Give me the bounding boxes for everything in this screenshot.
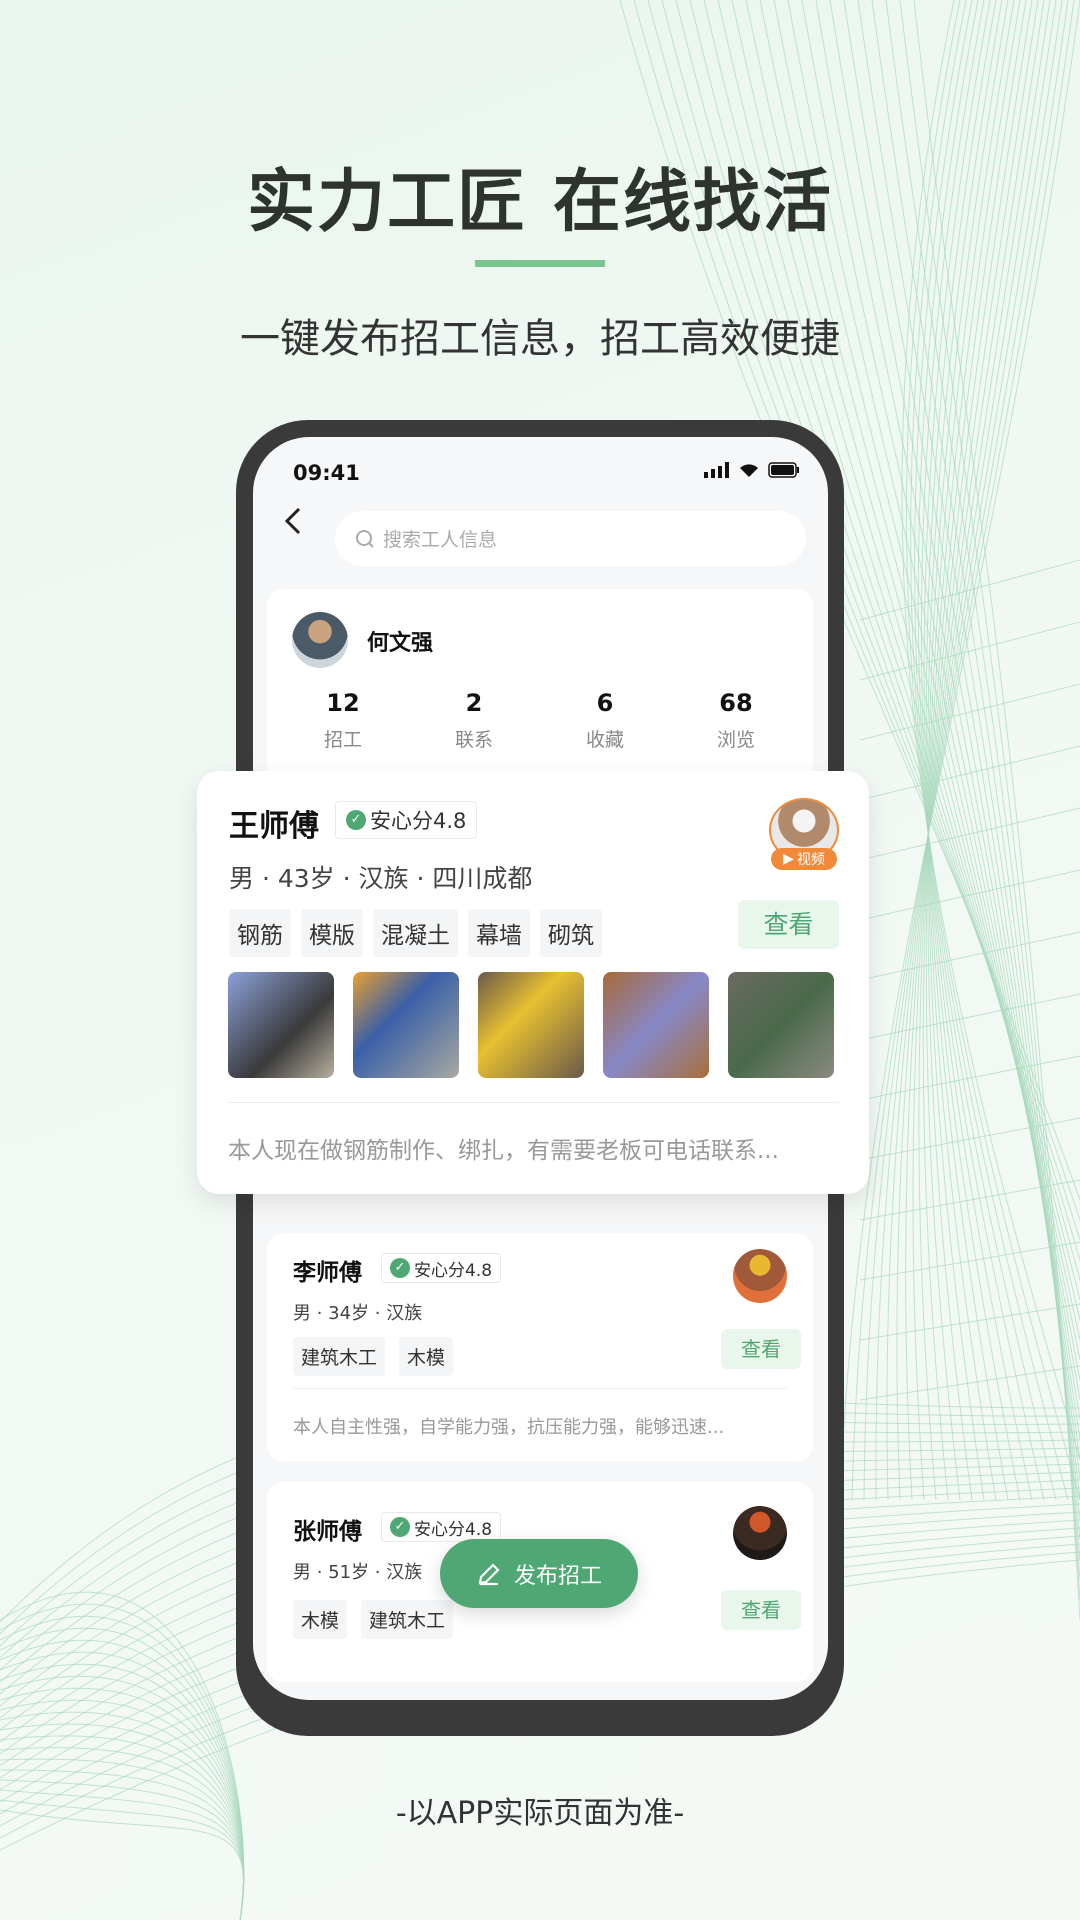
worker-desc: 本人自主性强，自学能力强，抗压能力强，能够迅速... [293, 1417, 725, 1438]
skill-tag: 建筑木工 [293, 1337, 386, 1376]
hero-title: 实力工匠 在线找活 [247, 163, 833, 242]
skill-tag: 建筑木工 [361, 1600, 454, 1639]
stat-contact[interactable]: 2 联系 [414, 689, 534, 752]
profile-card: 何文强 12 招工 2 联系 6 收藏 68 浏览 [267, 589, 813, 789]
divider [228, 1102, 839, 1103]
pencil-icon [478, 1562, 500, 1585]
worker-name: 张师傅 [293, 1519, 362, 1545]
mesh-line [0, 1747, 244, 1920]
verified-icon: ✓ [346, 810, 366, 830]
worker-avatar[interactable] [733, 1249, 787, 1303]
mesh-line [0, 1627, 245, 1920]
profile-avatar [292, 612, 348, 668]
hero-subtitle: 一键发布招工信息，招工高效便捷 [240, 316, 840, 362]
stat-recruit[interactable]: 12 招工 [283, 689, 403, 752]
back-button[interactable] [283, 505, 303, 545]
post-job-button[interactable]: 发布招工 [440, 1539, 638, 1608]
work-photo[interactable] [478, 972, 584, 1078]
worker-name: 李师傅 [293, 1260, 362, 1286]
skill-tags: 建筑木工 木模 [293, 1337, 467, 1376]
battery-icon [768, 462, 799, 478]
work-photo[interactable] [603, 972, 709, 1078]
skill-tag: 幕墙 [468, 909, 530, 957]
work-photo[interactable] [728, 972, 834, 1078]
signal-icon [704, 462, 729, 478]
view-button[interactable]: 查看 [721, 1329, 801, 1369]
worker-desc: 本人现在做钢筋制作、绑扎，有需要老板可电话联系... [228, 1138, 779, 1164]
profile-name: 何文强 [367, 631, 434, 656]
skill-tag: 木模 [399, 1337, 454, 1376]
video-badge: ▶ 视频 [771, 848, 837, 870]
work-photo[interactable] [228, 972, 334, 1078]
chevron-left-icon [284, 507, 301, 535]
score-badge: ✓ 安心分4.8 [381, 1253, 502, 1283]
worker-info: 男 · 34岁 · 汉族 [293, 1303, 423, 1324]
worker-name: 王师傅 [229, 809, 319, 844]
score-badge: ✓ 安心分4.8 [381, 1512, 502, 1542]
verified-icon: ✓ [390, 1517, 410, 1537]
title-divider [475, 260, 605, 267]
featured-worker-card[interactable]: 王师傅 ✓ 安心分4.8 ▶ 视频 男 · 43岁 · 汉族 · 四川成都 钢筋 模版… [197, 771, 869, 1194]
skill-tags: 钢筋 模版 混凝土 幕墙 砌筑 [229, 909, 612, 957]
status-time: 09:41 [293, 461, 360, 485]
search-input[interactable]: 搜索工人信息 [335, 511, 806, 566]
worker-avatar[interactable] [733, 1506, 787, 1560]
disclaimer: -以APP实际页面为准- [395, 1796, 685, 1831]
divider [293, 1388, 787, 1389]
skill-tag: 钢筋 [229, 909, 291, 957]
play-icon: ▶ [783, 851, 794, 867]
status-icons [704, 462, 800, 478]
worker-card[interactable]: 李师傅 ✓ 安心分4.8 男 · 34岁 · 汉族 建筑木工 木模 查看 本人自主性… [267, 1233, 813, 1461]
mesh-line [0, 1591, 245, 1920]
mesh-line [859, 993, 1080, 1041]
mesh-line [0, 1758, 245, 1920]
skill-tag: 混凝土 [373, 909, 458, 957]
view-button[interactable]: 查看 [721, 1590, 801, 1630]
view-button[interactable]: 查看 [738, 900, 839, 949]
skill-tag: 木模 [293, 1600, 348, 1639]
skill-tags: 木模 建筑木工 [293, 1600, 467, 1639]
worker-info: 男 · 43岁 · 汉族 · 四川成都 [229, 864, 533, 893]
score-badge: ✓ 安心分4.8 [335, 801, 478, 839]
stat-favorite[interactable]: 6 收藏 [545, 689, 665, 752]
mesh-line [859, 683, 1080, 741]
mesh-line [859, 1365, 1080, 1401]
video-avatar[interactable]: ▶ 视频 [769, 798, 839, 870]
stat-views[interactable]: 68 浏览 [676, 689, 796, 752]
skill-tag: 模版 [301, 909, 363, 957]
search-placeholder: 搜索工人信息 [383, 529, 498, 551]
mesh-line [859, 931, 1080, 981]
work-photo[interactable] [353, 972, 459, 1078]
search-icon [356, 529, 374, 548]
work-photos [228, 972, 834, 1078]
skill-tag: 砌筑 [540, 909, 602, 957]
wifi-icon [740, 464, 758, 477]
worker-info: 男 · 51岁 · 汉族 [293, 1562, 423, 1583]
verified-icon: ✓ [390, 1258, 410, 1278]
